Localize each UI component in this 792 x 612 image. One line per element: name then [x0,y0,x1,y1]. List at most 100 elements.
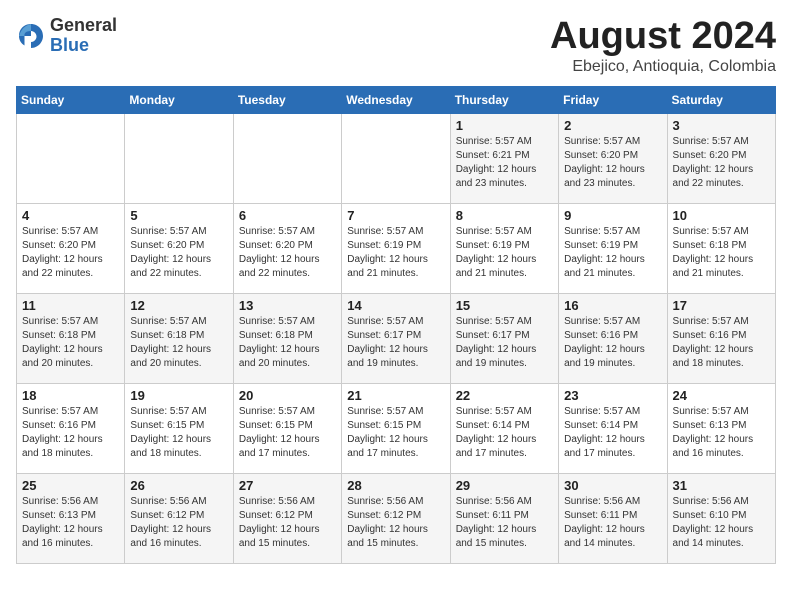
day-number: 4 [22,208,119,223]
day-number: 26 [130,478,227,493]
calendar-cell: 27 Sunrise: 5:56 AMSunset: 6:12 PMDayligh… [233,473,341,563]
header-day-monday: Monday [125,86,233,113]
day-info: Sunrise: 5:57 AMSunset: 6:18 PMDaylight:… [673,225,770,281]
calendar-cell: 20 Sunrise: 5:57 AMSunset: 6:15 PMDayligh… [233,383,341,473]
header-day-tuesday: Tuesday [233,86,341,113]
calendar-cell: 4 Sunrise: 5:57 AMSunset: 6:20 PMDaylight… [17,203,125,293]
day-info: Sunrise: 5:57 AMSunset: 6:14 PMDaylight:… [564,405,661,461]
logo-general-text: General [50,15,117,35]
calendar-cell: 16 Sunrise: 5:57 AMSunset: 6:16 PMDayligh… [559,293,667,383]
day-number: 30 [564,478,661,493]
day-number: 16 [564,298,661,313]
day-number: 31 [673,478,770,493]
day-number: 23 [564,388,661,403]
day-number: 29 [456,478,553,493]
day-number: 13 [239,298,336,313]
day-number: 18 [22,388,119,403]
day-info: Sunrise: 5:57 AMSunset: 6:14 PMDaylight:… [456,405,553,461]
calendar-cell: 15 Sunrise: 5:57 AMSunset: 6:17 PMDayligh… [450,293,558,383]
calendar-table: SundayMondayTuesdayWednesdayThursdayFrid… [16,86,776,564]
calendar-cell: 21 Sunrise: 5:57 AMSunset: 6:15 PMDayligh… [342,383,450,473]
calendar-cell: 13 Sunrise: 5:57 AMSunset: 6:18 PMDayligh… [233,293,341,383]
day-info: Sunrise: 5:57 AMSunset: 6:19 PMDaylight:… [347,225,444,281]
calendar-cell: 17 Sunrise: 5:57 AMSunset: 6:16 PMDayligh… [667,293,775,383]
day-number: 5 [130,208,227,223]
calendar-cell [233,113,341,203]
week-row-4: 18Sunrise: 5:57 AMSunset: 6:16 PMDayligh… [17,383,776,473]
header-row: SundayMondayTuesdayWednesdayThursdayFrid… [17,86,776,113]
calendar-cell [342,113,450,203]
day-number: 24 [673,388,770,403]
calendar-cell: 2Sunrise: 5:57 AMSunset: 6:20 PMDaylight… [559,113,667,203]
day-number: 25 [22,478,119,493]
day-info: Sunrise: 5:57 AMSunset: 6:18 PMDaylight:… [22,315,119,371]
header-day-thursday: Thursday [450,86,558,113]
calendar-cell: 5Sunrise: 5:57 AMSunset: 6:20 PMDaylight… [125,203,233,293]
calendar-header: SundayMondayTuesdayWednesdayThursdayFrid… [17,86,776,113]
day-info: Sunrise: 5:56 AMSunset: 6:10 PMDaylight:… [673,495,770,551]
day-info: Sunrise: 5:57 AMSunset: 6:15 PMDaylight:… [347,405,444,461]
month-year: August 2024 [550,16,776,58]
calendar-cell: 25 Sunrise: 5:56 AMSunset: 6:13 PMDayligh… [17,473,125,563]
day-info: Sunrise: 5:57 AMSunset: 6:20 PMDaylight:… [22,225,119,281]
calendar-body: 1 Sunrise: 5:57 AMSunset: 6:21 PMDaylight… [17,113,776,563]
calendar-cell: 26 Sunrise: 5:56 AMSunset: 6:12 PMDayligh… [125,473,233,563]
day-info: Sunrise: 5:57 AMSunset: 6:15 PMDaylight:… [130,405,227,461]
day-info: Sunrise: 5:56 AMSunset: 6:12 PMDaylight:… [239,495,336,551]
calendar-cell: 14Sunrise: 5:57 AMSunset: 6:17 PMDayligh… [342,293,450,383]
day-number: 1 [456,118,553,133]
logo: General Blue [16,16,117,56]
header-day-saturday: Saturday [667,86,775,113]
calendar-cell: 31 Sunrise: 5:56 AMSunset: 6:10 PMDayligh… [667,473,775,563]
logo-icon [16,21,46,51]
day-info: Sunrise: 5:57 AMSunset: 6:19 PMDaylight:… [456,225,553,281]
day-info: Sunrise: 5:57 AMSunset: 6:15 PMDaylight:… [239,405,336,461]
day-info: Sunrise: 5:56 AMSunset: 6:12 PMDaylight:… [347,495,444,551]
day-number: 28 [347,478,444,493]
day-info: Sunrise: 5:56 AMSunset: 6:11 PMDaylight:… [564,495,661,551]
day-info: Sunrise: 5:57 AMSunset: 6:20 PMDaylight:… [673,135,770,191]
day-info: Sunrise: 5:57 AMSunset: 6:20 PMDaylight:… [239,225,336,281]
calendar-cell: 28 Sunrise: 5:56 AMSunset: 6:12 PMDayligh… [342,473,450,563]
week-row-1: 1 Sunrise: 5:57 AMSunset: 6:21 PMDaylight… [17,113,776,203]
calendar-cell: 1 Sunrise: 5:57 AMSunset: 6:21 PMDaylight… [450,113,558,203]
calendar-cell: 19Sunrise: 5:57 AMSunset: 6:15 PMDayligh… [125,383,233,473]
day-number: 17 [673,298,770,313]
calendar-cell: 29 Sunrise: 5:56 AMSunset: 6:11 PMDayligh… [450,473,558,563]
day-number: 22 [456,388,553,403]
calendar-cell: 9Sunrise: 5:57 AMSunset: 6:19 PMDaylight… [559,203,667,293]
calendar-cell: 12Sunrise: 5:57 AMSunset: 6:18 PMDayligh… [125,293,233,383]
header-day-friday: Friday [559,86,667,113]
calendar-cell [125,113,233,203]
day-number: 20 [239,388,336,403]
calendar-cell: 3Sunrise: 5:57 AMSunset: 6:20 PMDaylight… [667,113,775,203]
day-number: 7 [347,208,444,223]
day-info: Sunrise: 5:57 AMSunset: 6:16 PMDaylight:… [564,315,661,371]
calendar-cell: 30 Sunrise: 5:56 AMSunset: 6:11 PMDayligh… [559,473,667,563]
day-number: 14 [347,298,444,313]
day-number: 12 [130,298,227,313]
calendar-cell: 6Sunrise: 5:57 AMSunset: 6:20 PMDaylight… [233,203,341,293]
day-info: Sunrise: 5:57 AMSunset: 6:21 PMDaylight:… [456,135,553,191]
header-day-sunday: Sunday [17,86,125,113]
day-number: 8 [456,208,553,223]
calendar-cell: 18Sunrise: 5:57 AMSunset: 6:16 PMDayligh… [17,383,125,473]
calendar-cell: 23 Sunrise: 5:57 AMSunset: 6:14 PMDayligh… [559,383,667,473]
title-area: August 2024 Ebejico, Antioquia, Colombia [550,16,776,76]
day-info: Sunrise: 5:56 AMSunset: 6:11 PMDaylight:… [456,495,553,551]
day-info: Sunrise: 5:56 AMSunset: 6:12 PMDaylight:… [130,495,227,551]
header: General Blue August 2024 Ebejico, Antioq… [16,16,776,76]
week-row-2: 4 Sunrise: 5:57 AMSunset: 6:20 PMDaylight… [17,203,776,293]
location: Ebejico, Antioquia, Colombia [550,58,776,76]
day-info: Sunrise: 5:56 AMSunset: 6:13 PMDaylight:… [22,495,119,551]
day-info: Sunrise: 5:57 AMSunset: 6:17 PMDaylight:… [456,315,553,371]
day-info: Sunrise: 5:57 AMSunset: 6:18 PMDaylight:… [239,315,336,371]
day-number: 15 [456,298,553,313]
day-info: Sunrise: 5:57 AMSunset: 6:16 PMDaylight:… [673,315,770,371]
week-row-3: 11Sunrise: 5:57 AMSunset: 6:18 PMDayligh… [17,293,776,383]
day-info: Sunrise: 5:57 AMSunset: 6:13 PMDaylight:… [673,405,770,461]
day-number: 9 [564,208,661,223]
day-number: 21 [347,388,444,403]
day-number: 27 [239,478,336,493]
header-day-wednesday: Wednesday [342,86,450,113]
